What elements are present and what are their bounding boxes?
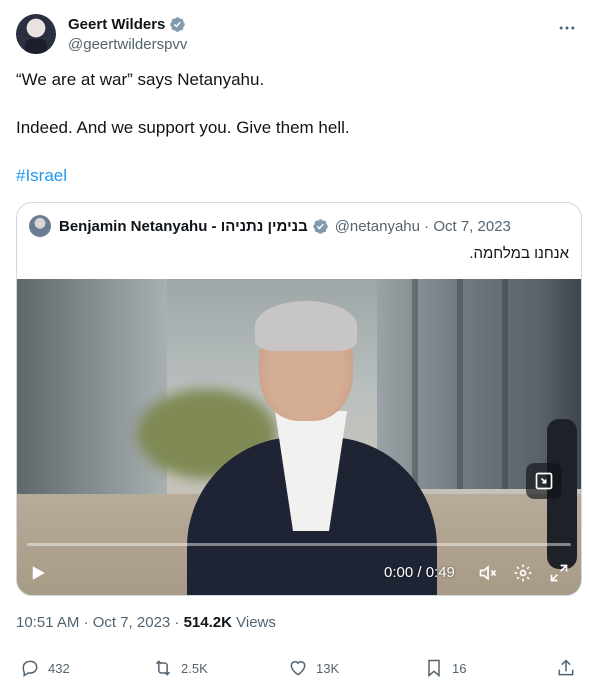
video-background-building xyxy=(17,279,167,499)
author-name[interactable]: Geert Wilders xyxy=(68,16,165,33)
share-icon xyxy=(558,659,574,676)
views-label: Views xyxy=(231,614,276,631)
volume-icon[interactable] xyxy=(478,563,498,583)
settings-icon[interactable] xyxy=(513,563,533,583)
reply-button[interactable]: 432 xyxy=(20,658,70,678)
like-icon xyxy=(290,661,306,676)
action-bar: 432 2.5K 13K 16 xyxy=(16,658,576,685)
share-button[interactable] xyxy=(556,658,576,678)
video-time: 0:00 / 0:49 xyxy=(384,564,455,581)
quoted-handle-date: @netanyahu · Oct 7, 2023 xyxy=(334,217,511,235)
video-player[interactable]: 0:00 / 0:49 xyxy=(17,279,581,595)
quoted-header: Benjamin Netanyahu - בנימין נתניהו @neta… xyxy=(29,215,511,237)
play-icon[interactable] xyxy=(29,564,47,582)
quoted-avatar xyxy=(29,215,51,237)
video-background-detail xyxy=(412,279,418,489)
more-icon[interactable] xyxy=(557,18,577,38)
tweet-text-line-2: Indeed. And we support you. Give them he… xyxy=(16,118,350,137)
bookmark-button[interactable]: 16 xyxy=(424,658,466,678)
repost-icon xyxy=(155,660,171,676)
quoted-author-name: Benjamin Netanyahu - בנימין נתניהו xyxy=(59,217,308,235)
repost-count: 2.5K xyxy=(181,660,208,676)
like-button[interactable]: 13K xyxy=(288,658,339,678)
video-progress-bar[interactable] xyxy=(27,543,571,546)
video-speaker-hair xyxy=(255,301,357,351)
avatar[interactable] xyxy=(16,14,56,54)
author-name-row: Geert Wilders xyxy=(68,16,186,33)
tweet-meta: 10:51 AM · Oct 7, 2023 · 514.2K Views xyxy=(16,614,276,631)
video-background-detail xyxy=(457,279,463,489)
tweet-header: Geert Wilders @geertwilderspvv xyxy=(16,12,577,58)
reply-count: 432 xyxy=(48,660,70,676)
pip-button[interactable] xyxy=(526,463,562,499)
bookmark-icon xyxy=(428,659,440,678)
quoted-tweet[interactable]: Benjamin Netanyahu - בנימין נתניהו @neta… xyxy=(16,202,582,596)
verified-icon xyxy=(312,218,328,234)
like-count: 13K xyxy=(316,660,340,676)
bookmark-count: 16 xyxy=(452,660,467,676)
reply-icon xyxy=(22,660,38,677)
tweet-timestamp[interactable]: 10:51 AM · Oct 7, 2023 · xyxy=(16,614,184,631)
verified-icon xyxy=(170,17,186,32)
pip-icon xyxy=(535,472,553,490)
fullscreen-icon[interactable] xyxy=(549,563,569,583)
views-count: 514.2K xyxy=(183,614,232,631)
repost-button[interactable]: 2.5K xyxy=(153,658,208,678)
tweet-text-line-1: “We are at war” says Netanyahu. xyxy=(16,70,265,89)
video-background-detail xyxy=(502,279,508,489)
author-handle[interactable]: @geertwilderspvv xyxy=(68,36,187,53)
hashtag-link[interactable]: #Israel xyxy=(16,166,67,186)
quoted-text: אנחנו במלחמה. xyxy=(469,245,569,262)
